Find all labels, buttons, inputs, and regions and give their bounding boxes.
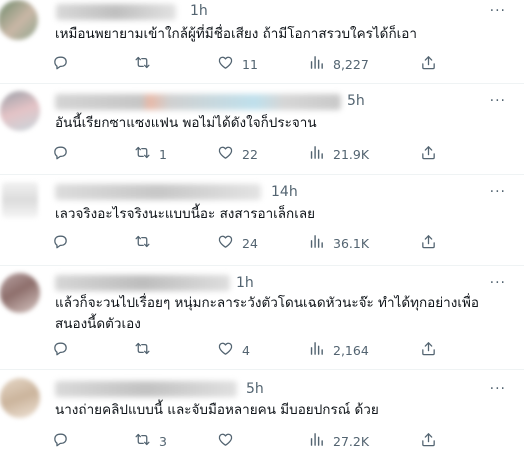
repost-icon bbox=[134, 54, 151, 74]
more-options-icon[interactable]: ··· bbox=[490, 93, 506, 109]
views-icon bbox=[308, 54, 325, 74]
author-name-blurred[interactable] bbox=[55, 94, 341, 110]
reply-feed: 1h ··· เหมือนพยายามเข้าใกล้ผู้ที่มีชื่อเ… bbox=[0, 0, 524, 455]
like-count: 22 bbox=[242, 146, 258, 162]
views-button[interactable]: 8,227 bbox=[308, 53, 369, 75]
repost-icon bbox=[134, 340, 151, 360]
post[interactable]: 5h ··· นางถ่ายคลิปแบบนี้ และจับมือหลายคน… bbox=[0, 371, 524, 455]
views-button[interactable]: 36.1K bbox=[308, 232, 369, 254]
post-time[interactable]: 1h bbox=[190, 3, 208, 19]
views-icon bbox=[308, 144, 325, 164]
repost-count: 1 bbox=[159, 146, 167, 162]
heart-icon bbox=[217, 431, 234, 451]
more-options-icon[interactable]: ··· bbox=[490, 381, 506, 397]
repost-icon bbox=[134, 431, 151, 451]
share-icon bbox=[420, 233, 437, 253]
post-time[interactable]: 5h bbox=[246, 381, 264, 397]
reply-icon bbox=[52, 54, 69, 74]
view-count: 2,164 bbox=[333, 342, 369, 358]
post[interactable]: 5h ··· อันนี้เรียกซาแซงแฟน พอไม่ได้ดังใจ… bbox=[0, 85, 524, 175]
post-actions: 11 8,227 bbox=[52, 53, 524, 75]
post-text: นางถ่ายคลิปแบบนี้ และจับมือหลายคน มีบอยป… bbox=[55, 402, 379, 418]
author-name-blurred[interactable] bbox=[56, 4, 176, 20]
reply-icon bbox=[52, 233, 69, 253]
like-button[interactable]: 24 bbox=[217, 232, 258, 254]
repost-icon bbox=[134, 144, 151, 164]
like-button[interactable]: 22 bbox=[217, 143, 258, 165]
views-button[interactable]: 21.9K bbox=[308, 143, 369, 165]
share-button[interactable] bbox=[420, 232, 437, 254]
repost-button[interactable] bbox=[134, 339, 159, 361]
post-text: อันนี้เรียกซาแซงแฟน พอไม่ได้ดังใจก็ประจา… bbox=[55, 115, 317, 131]
heart-icon bbox=[217, 54, 234, 74]
share-button[interactable] bbox=[420, 430, 437, 452]
share-button[interactable] bbox=[420, 143, 437, 165]
share-icon bbox=[420, 431, 437, 451]
post-actions: 3 27.2K bbox=[52, 430, 524, 452]
repost-button[interactable]: 3 bbox=[134, 430, 167, 452]
views-button[interactable]: 27.2K bbox=[308, 430, 369, 452]
reply-icon bbox=[52, 144, 69, 164]
post-text: เหมือนพยายามเข้าใกล้ผู้ที่มีชื่อเสียง ถ้… bbox=[55, 26, 417, 42]
post[interactable]: 1h ··· เหมือนพยายามเข้าใกล้ผู้ที่มีชื่อเ… bbox=[0, 0, 524, 84]
repost-button[interactable] bbox=[134, 232, 159, 254]
like-button[interactable]: 11 bbox=[217, 53, 258, 75]
reply-icon bbox=[52, 340, 69, 360]
view-count: 21.9K bbox=[333, 146, 370, 162]
more-options-icon[interactable]: ··· bbox=[490, 275, 506, 291]
reply-icon bbox=[52, 431, 69, 451]
post-actions: 24 36.1K bbox=[52, 232, 524, 254]
repost-button[interactable] bbox=[134, 53, 159, 75]
views-icon bbox=[308, 431, 325, 451]
view-count: 8,227 bbox=[333, 56, 369, 72]
view-count: 27.2K bbox=[333, 433, 370, 449]
heart-icon bbox=[217, 233, 234, 253]
post-actions: 1 22 21.9K bbox=[52, 143, 524, 165]
avatar[interactable] bbox=[0, 0, 38, 40]
share-icon bbox=[420, 340, 437, 360]
post-time[interactable]: 14h bbox=[271, 184, 298, 200]
like-count: 4 bbox=[242, 342, 250, 358]
more-options-icon[interactable]: ··· bbox=[490, 3, 506, 19]
like-count: 24 bbox=[242, 235, 258, 251]
like-button[interactable] bbox=[217, 430, 242, 452]
like-button[interactable]: 4 bbox=[217, 339, 250, 361]
share-button[interactable] bbox=[420, 53, 437, 75]
avatar[interactable] bbox=[0, 91, 40, 131]
share-icon bbox=[420, 144, 437, 164]
post-time[interactable]: 5h bbox=[347, 93, 365, 109]
post-text: เลวจริงอะไรจริงนะแบบนี้อะ สงสารอาเล็กเลย bbox=[55, 206, 316, 222]
avatar[interactable] bbox=[2, 182, 38, 218]
share-icon bbox=[420, 54, 437, 74]
post-time[interactable]: 1h bbox=[236, 275, 254, 291]
post[interactable]: 14h ··· เลวจริงอะไรจริงนะแบบนี้อะ สงสารอ… bbox=[0, 176, 524, 266]
post-actions: 4 2,164 bbox=[52, 339, 524, 361]
reply-button[interactable] bbox=[52, 143, 77, 165]
author-name-blurred[interactable] bbox=[55, 184, 261, 200]
views-button[interactable]: 2,164 bbox=[308, 339, 369, 361]
heart-icon bbox=[217, 340, 234, 360]
heart-icon bbox=[217, 144, 234, 164]
views-icon bbox=[308, 340, 325, 360]
share-button[interactable] bbox=[420, 339, 437, 361]
view-count: 36.1K bbox=[333, 235, 370, 251]
reply-button[interactable] bbox=[52, 53, 77, 75]
avatar[interactable] bbox=[0, 273, 40, 313]
avatar[interactable] bbox=[0, 378, 40, 418]
author-name-blurred[interactable] bbox=[55, 275, 230, 291]
reply-button[interactable] bbox=[52, 430, 77, 452]
repost-icon bbox=[134, 233, 151, 253]
post-text: แล้วก็จะวนไปเรื่อยๆ หนุ่มกะลาระวังตัวโดน… bbox=[55, 295, 479, 332]
reply-button[interactable] bbox=[52, 339, 77, 361]
repost-button[interactable]: 1 bbox=[134, 143, 167, 165]
author-name-blurred[interactable] bbox=[55, 381, 237, 397]
views-icon bbox=[308, 233, 325, 253]
more-options-icon[interactable]: ··· bbox=[490, 184, 506, 200]
post[interactable]: 1h ··· แล้วก็จะวนไปเรื่อยๆ หนุ่มกะลาระวั… bbox=[0, 267, 524, 370]
repost-count: 3 bbox=[159, 433, 167, 449]
reply-button[interactable] bbox=[52, 232, 77, 254]
like-count: 11 bbox=[242, 56, 258, 72]
